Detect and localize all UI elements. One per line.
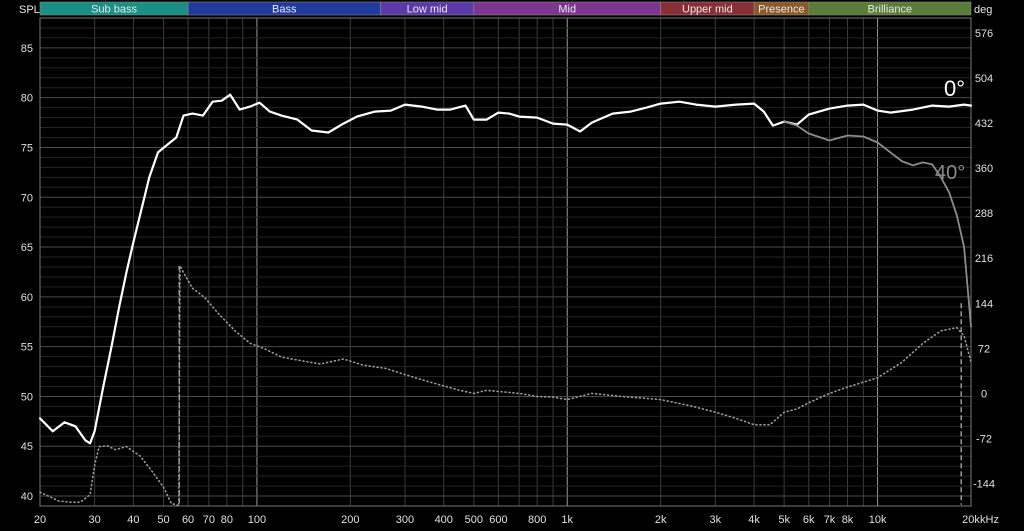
x-tick-label: 40	[127, 514, 139, 526]
y-left-tick-label: 65	[21, 242, 33, 254]
band-label: Bass	[272, 4, 297, 16]
x-tick-label: 20	[34, 514, 46, 526]
band-label: Sub bass	[91, 4, 137, 16]
x-tick-label: 4k	[748, 514, 760, 526]
band-label: Low mid	[407, 4, 448, 16]
angle-label-0: 0°	[944, 76, 965, 101]
x-tick-label: 100	[248, 514, 266, 526]
band-label: Presence	[758, 4, 804, 16]
y-right-tick-label: 576	[975, 28, 993, 40]
x-tick-label: 70	[203, 514, 215, 526]
x-tick-label: 500	[465, 514, 483, 526]
y-right-tick-label: -144	[973, 478, 995, 490]
band-label: Mid	[558, 4, 576, 16]
x-unit-label: kHz	[980, 514, 999, 526]
y-right-tick-label: 216	[975, 253, 993, 265]
x-tick-label: 300	[396, 514, 414, 526]
x-tick-label: 60	[182, 514, 194, 526]
x-tick-label: 20k	[962, 514, 980, 526]
x-tick-label: 50	[157, 514, 169, 526]
x-tick-label: 30	[89, 514, 101, 526]
y-left-tick-label: 40	[21, 491, 33, 503]
angle-label-40: 40°	[935, 162, 965, 184]
y-right-tick-label: 360	[975, 163, 993, 175]
y-right-label: deg	[974, 4, 992, 16]
y-right-tick-label: 0	[981, 388, 987, 400]
y-left-tick-label: 70	[21, 192, 33, 204]
frequency-band-bar: Sub bass Bass Low mid Mid Upper mid Presence B…	[39, 1, 972, 16]
x-tick-label: 80	[221, 514, 233, 526]
band-label: Brilliance	[868, 4, 913, 16]
y-left-tick-label: 50	[21, 391, 33, 403]
y-right-tick-label: 504	[975, 73, 993, 85]
plot-background	[0, 0, 1024, 531]
x-tick-label: 10k	[869, 514, 887, 526]
y-left-label: SPL	[19, 4, 40, 16]
x-tick-label: 600	[489, 514, 507, 526]
y-right-tick-label: 288	[975, 208, 993, 220]
y-left-tick-label: 45	[21, 441, 33, 453]
x-tick-label: 400	[435, 514, 453, 526]
y-left-tick-label: 60	[21, 292, 33, 304]
y-left-tick-label: 75	[21, 142, 33, 154]
y-left-tick-label: 80	[21, 93, 33, 105]
band-label: Upper mid	[682, 4, 733, 16]
frequency-response-chart: Sub bass Bass Low mid Mid Upper mid Presence B…	[0, 0, 1024, 531]
y-right-tick-label: -72	[976, 433, 992, 445]
y-right-tick-label: 144	[975, 298, 993, 310]
x-tick-label: 7k	[824, 514, 836, 526]
x-tick-label: 6k	[803, 514, 815, 526]
x-tick-label: 3k	[710, 514, 722, 526]
x-tick-label: 8k	[842, 514, 854, 526]
y-right-tick-label: 72	[978, 343, 990, 355]
y-left-tick-label: 85	[21, 43, 33, 55]
x-tick-label: 200	[341, 514, 359, 526]
y-left-tick-label: 55	[21, 342, 33, 354]
x-tick-label: 5k	[778, 514, 790, 526]
x-tick-label: 2k	[655, 514, 667, 526]
y-right-tick-label: 432	[975, 118, 993, 130]
x-tick-label: 1k	[561, 514, 573, 526]
x-tick-label: 800	[528, 514, 546, 526]
